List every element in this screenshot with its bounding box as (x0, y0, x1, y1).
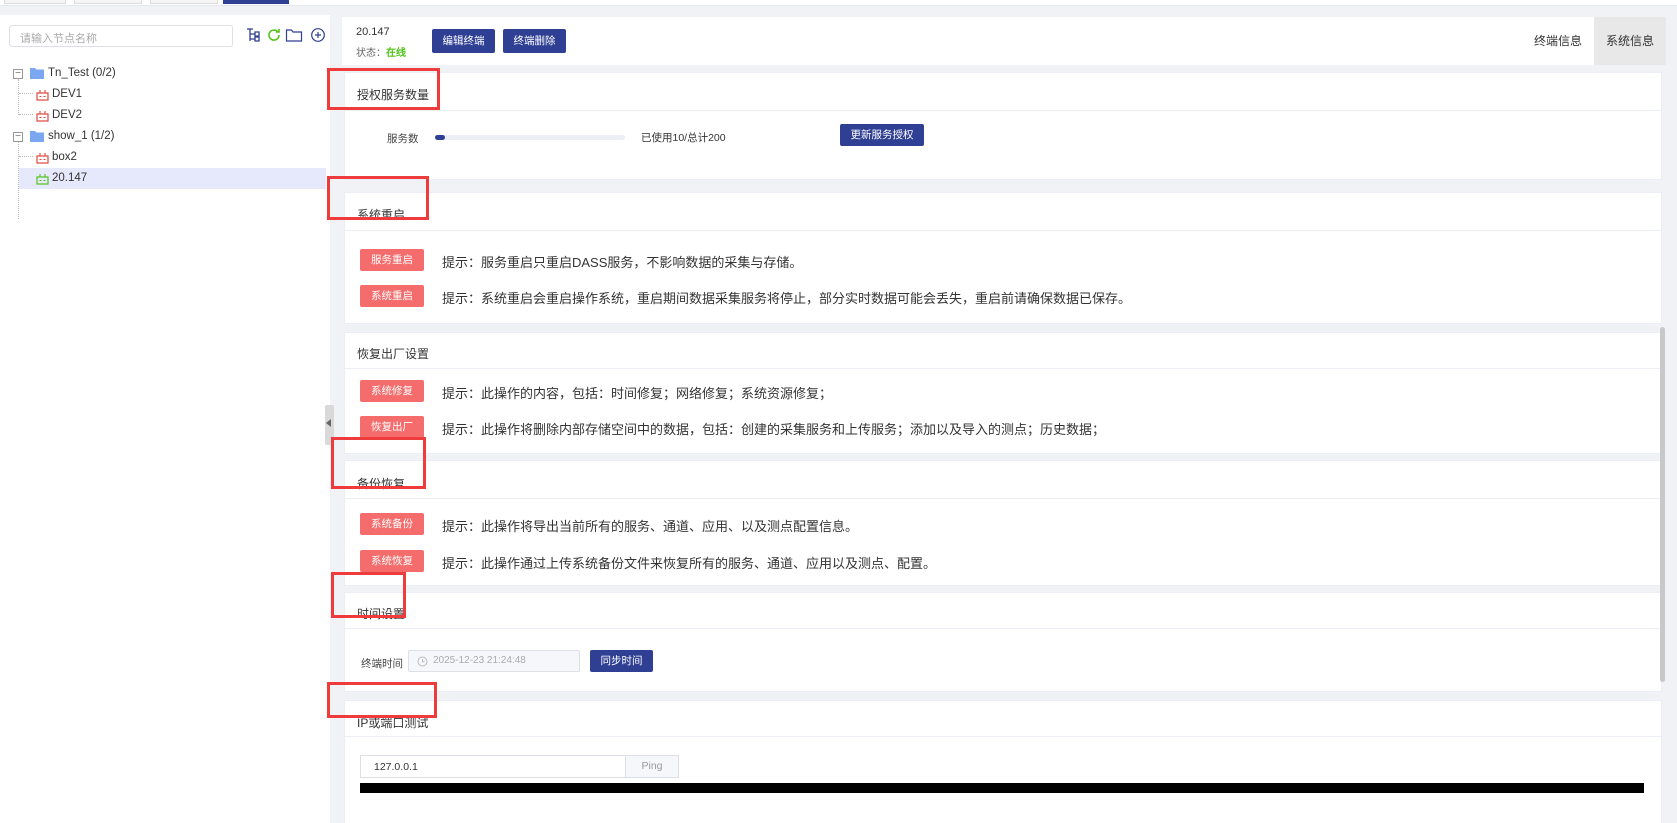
top-tab-strip (0, 0, 1677, 6)
add-circle-icon[interactable] (310, 27, 326, 43)
folder-icon (30, 131, 44, 142)
ping-output-console (360, 783, 1644, 793)
system-repair-button[interactable]: 系统修复 (360, 380, 424, 402)
tree-device-20-147[interactable]: 20.147 (19, 168, 326, 189)
service-restart-tip: 提示：服务重启只重启DASS服务，不影响数据的采集与存储。 (442, 255, 803, 270)
backup-restore-section: 备份恢复 系统备份 提示：此操作将导出当前所有的服务、通道、应用、以及测点配置信… (344, 460, 1662, 586)
status-value: 在线 (386, 48, 406, 59)
terminal-status: 状态：在线 (356, 44, 406, 59)
system-restore-tip: 提示：此操作通过上传系统备份文件来恢复所有的服务、通道、应用以及测点、配置。 (442, 556, 937, 571)
tree-structure-icon[interactable] (245, 27, 261, 43)
section-header: 恢复出厂设置 (345, 333, 1661, 369)
section-header: 授权服务数量 (345, 73, 1661, 111)
service-usage-progress (435, 135, 625, 140)
tree-group-show-1[interactable]: − show_1 (1/2) (12, 126, 326, 147)
terminal-header: 20.147 状态：在线 编辑终端 终端删除 终端信息 系统信息 (342, 17, 1666, 65)
terminal-time-value: 2025-12-23 21:24:48 (433, 655, 526, 666)
vertical-scrollbar[interactable] (1660, 327, 1665, 682)
ip-address-input[interactable]: 127.0.0.1 (360, 755, 626, 778)
system-backup-tip: 提示：此操作将导出当前所有的服务、通道、应用、以及测点配置信息。 (442, 519, 859, 534)
tree-node-label: Tn_Test (0/2) (48, 67, 116, 79)
section-header: IP或端口测试 (345, 701, 1661, 737)
node-tree: − Tn_Test (0/2) DEV1 DEV2 − show_1 (1/2)… (12, 63, 326, 219)
system-restart-tip: 提示：系统重启会重启操作系统，重启期间数据采集服务将停止，部分实时数据可能会丢失… (442, 291, 1132, 306)
terminal-time-label: 终端时间 (361, 658, 403, 670)
edit-terminal-button[interactable]: 编辑终端 (432, 29, 495, 53)
device-online-icon (36, 174, 49, 185)
factory-reset-section: 恢复出厂设置 系统修复 提示：此操作的内容，包括：时间修复；网络修复；系统资源修… (344, 332, 1662, 454)
tree-device-box2[interactable]: box2 (12, 147, 326, 168)
restart-section: 系统重启 服务重启 提示：服务重启只重启DASS服务，不影响数据的采集与存储。 … (344, 192, 1662, 324)
highlight-box (327, 68, 440, 110)
tab-system-info[interactable]: 系统信息 (1594, 17, 1666, 65)
highlight-box (327, 176, 429, 220)
tree-node-label: 20.147 (52, 172, 88, 184)
device-offline-icon (36, 111, 49, 122)
service-count-label: 服务数 (387, 133, 419, 145)
folder-icon[interactable] (285, 27, 303, 43)
progress-fill (435, 135, 445, 140)
tree-node-label: box2 (52, 151, 77, 163)
time-settings-section: 时间设置 终端时间 2025-12-23 21:24:48 同步时间 (344, 592, 1662, 692)
system-repair-tip: 提示：此操作的内容，包括：时间修复；网络修复；系统资源修复； (442, 386, 833, 401)
system-restart-button[interactable]: 系统重启 (360, 285, 424, 307)
top-tab-active[interactable] (223, 0, 289, 4)
ip-port-test-section: IP或端口测试 127.0.0.1 Ping (344, 700, 1662, 823)
device-offline-icon (36, 153, 49, 164)
collapse-arrow-icon (326, 419, 331, 427)
highlight-box (331, 437, 426, 489)
node-search-input[interactable]: 请输入节点名称 (9, 25, 233, 47)
highlight-box (331, 572, 406, 618)
license-section: 授权服务数量 服务数 已使用10/总计200 更新服务授权 (344, 72, 1662, 180)
top-tab[interactable] (4, 0, 66, 4)
tree-node-label: show_1 (1/2) (48, 130, 115, 142)
folder-icon (30, 68, 44, 79)
service-restart-button[interactable]: 服务重启 (360, 249, 424, 271)
system-backup-button[interactable]: 系统备份 (360, 513, 424, 535)
tree-device-dev2[interactable]: DEV2 (12, 105, 326, 126)
system-restore-button[interactable]: 系统恢复 (360, 550, 424, 572)
tree-group-tn-test[interactable]: − Tn_Test (0/2) (12, 63, 326, 84)
tab-terminal-info[interactable]: 终端信息 (1522, 17, 1594, 65)
terminal-detail-panel: 20.147 状态：在线 编辑终端 终端删除 终端信息 系统信息 授权服务数量 … (327, 17, 1666, 823)
collapse-icon[interactable]: − (13, 132, 23, 142)
node-tree-panel: 请输入节点名称 − Tn_Test (0/2) DEV1 DEV2 − show… (0, 15, 330, 823)
device-offline-icon (36, 90, 49, 101)
factory-reset-button[interactable]: 恢复出厂 (360, 416, 424, 438)
section-header: 备份恢复 (345, 461, 1661, 499)
top-tab[interactable] (74, 0, 142, 4)
collapse-icon[interactable]: − (13, 69, 23, 79)
delete-terminal-button[interactable]: 终端删除 (503, 29, 566, 53)
tree-node-label: DEV1 (52, 88, 83, 100)
update-license-button[interactable]: 更新服务授权 (840, 124, 924, 146)
status-label: 状态： (356, 48, 386, 59)
clock-icon (417, 656, 428, 667)
ping-button[interactable]: Ping (625, 755, 679, 778)
tree-node-label: DEV2 (52, 109, 83, 121)
terminal-time-input[interactable]: 2025-12-23 21:24:48 (408, 650, 580, 672)
top-tab[interactable] (150, 0, 218, 4)
sync-time-button[interactable]: 同步时间 (590, 650, 653, 672)
terminal-ip: 20.147 (356, 26, 390, 38)
factory-reset-tip: 提示：此操作将删除内部存储空间中的数据，包括：创建的采集服务和上传服务；添加以及… (442, 422, 1106, 437)
highlight-box (327, 682, 437, 718)
tree-device-dev1[interactable]: DEV1 (12, 84, 326, 105)
section-title: 恢复出厂设置 (357, 347, 430, 361)
service-usage-text: 已使用10/总计200 (641, 132, 726, 144)
section-header: 系统重启 (345, 193, 1661, 231)
refresh-icon[interactable] (266, 27, 282, 43)
section-header: 时间设置 (345, 593, 1661, 629)
